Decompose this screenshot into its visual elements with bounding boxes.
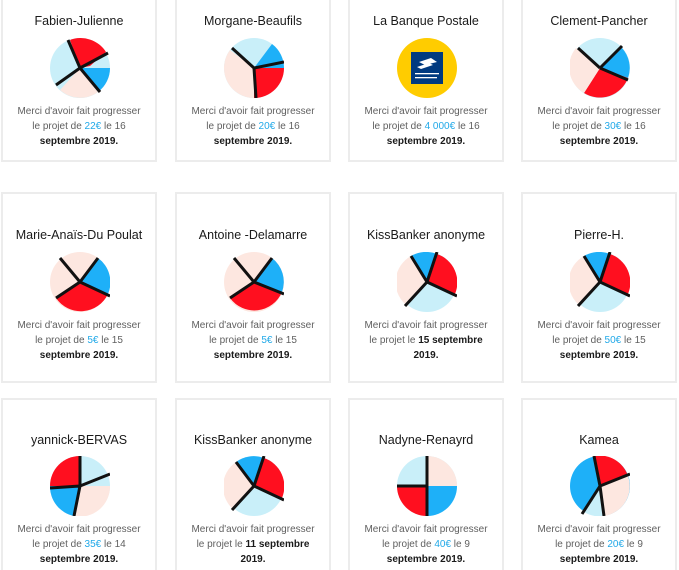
- contributor-name: Morgane-Beaufils: [204, 14, 302, 28]
- contributor-name: Nadyne-Renayrd: [378, 433, 474, 447]
- contributor-name: Clement-Pancher: [550, 14, 648, 28]
- contributor-card[interactable]: Marie-Anaïs-Du Poulat Merci d'avoir fait…: [1, 192, 157, 383]
- contribution-message: Merci d'avoir fait progresser le projet …: [537, 524, 661, 565]
- avatar-pie-icon: [224, 252, 284, 312]
- contribution-message: Merci d'avoir fait progresser le projet …: [364, 320, 488, 361]
- contributor-card[interactable]: La Banque Postale Merci d'avoir fait pro…: [348, 0, 504, 162]
- contributor-name: KissBanker anonyme: [366, 228, 486, 242]
- contributors-grid: Fabien-Julienne Merci d'avoir fait progr…: [0, 0, 679, 570]
- contributor-name: Fabien-Julienne: [34, 14, 124, 28]
- contributor-card[interactable]: KissBanker anonyme Merci d'avoir fait pr…: [348, 192, 504, 383]
- contribution-amount: 22€: [84, 121, 102, 132]
- contribution-message: Merci d'avoir fait progresser le projet …: [364, 106, 488, 147]
- contributor-card[interactable]: Morgane-Beaufils Merci d'avoir fait prog…: [175, 0, 331, 162]
- contributor-card[interactable]: Pierre-H. Merci d'avoir fait progresser …: [521, 192, 677, 383]
- avatar-pie-icon: [570, 252, 630, 312]
- contribution-amount: 20€: [607, 539, 625, 550]
- contribution-amount: 4 000€: [424, 121, 456, 132]
- contributor-card[interactable]: Clement-Pancher Merci d'avoir fait progr…: [521, 0, 677, 162]
- contribution-message: Merci d'avoir fait progresser le projet …: [537, 106, 661, 147]
- avatar-pie-icon: [570, 38, 630, 98]
- avatar-pie-icon: [397, 456, 457, 516]
- contribution-message: Merci d'avoir fait progresser le projet …: [17, 320, 141, 361]
- contributor-card[interactable]: KissBanker anonyme Merci d'avoir fait pr…: [175, 398, 331, 570]
- contribution-amount: 50€: [604, 335, 622, 346]
- avatar-pie-icon: [224, 456, 284, 516]
- avatar-pie-icon: [570, 456, 630, 516]
- contribution-message: Merci d'avoir fait progresser le projet …: [537, 320, 661, 361]
- contributor-name: Kamea: [579, 433, 619, 447]
- contribution-message: Merci d'avoir fait progresser le projet …: [191, 524, 315, 565]
- avatar-pie-icon: [50, 38, 110, 98]
- contribution-message: Merci d'avoir fait progresser le projet …: [191, 106, 315, 147]
- avatar-pie-icon: [50, 456, 110, 516]
- contributor-card[interactable]: yannick-BERVAS Merci d'avoir fait progre…: [1, 398, 157, 570]
- contribution-message: Merci d'avoir fait progresser le projet …: [17, 106, 141, 147]
- avatar-pie-icon: [224, 38, 284, 98]
- contribution-amount: 35€: [84, 539, 102, 550]
- contributor-name: KissBanker anonyme: [193, 433, 313, 447]
- bank-logo-icon: [397, 38, 457, 98]
- contributor-name: La Banque Postale: [373, 14, 479, 28]
- contribution-amount: 20€: [258, 121, 276, 132]
- contribution-message: Merci d'avoir fait progresser le projet …: [191, 320, 315, 361]
- contributor-card[interactable]: Antoine -Delamarre Merci d'avoir fait pr…: [175, 192, 331, 383]
- contribution-amount: 40€: [434, 539, 452, 550]
- contribution-amount: 5€: [261, 335, 273, 346]
- contributor-name: yannick-BERVAS: [30, 433, 128, 447]
- contributor-name: Marie-Anaïs-Du Poulat: [15, 228, 143, 242]
- contributor-card[interactable]: Fabien-Julienne Merci d'avoir fait progr…: [1, 0, 157, 162]
- contributor-card[interactable]: Kamea Merci d'avoir fait progresser le p…: [521, 398, 677, 570]
- avatar-pie-icon: [50, 252, 110, 312]
- contribution-message: Merci d'avoir fait progresser le projet …: [364, 524, 488, 565]
- contributor-card[interactable]: Nadyne-Renayrd Merci d'avoir fait progre…: [348, 398, 504, 570]
- avatar-pie-icon: [397, 252, 457, 312]
- contribution-amount: 5€: [87, 335, 99, 346]
- contributor-name: Pierre-H.: [573, 228, 624, 242]
- contribution-message: Merci d'avoir fait progresser le projet …: [17, 524, 141, 565]
- contributor-name: Antoine -Delamarre: [198, 228, 308, 242]
- contribution-amount: 30€: [604, 121, 622, 132]
